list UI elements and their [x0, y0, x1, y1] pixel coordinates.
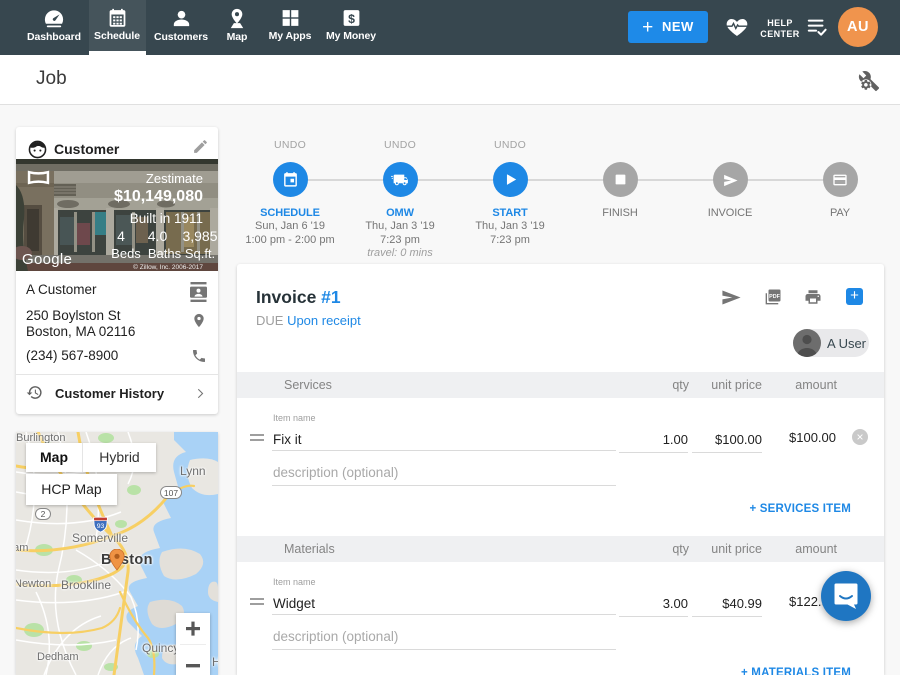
svg-text:$: $ [348, 12, 355, 26]
svg-text:PDF: PDF [769, 294, 780, 300]
svg-text:93: 93 [97, 523, 105, 530]
